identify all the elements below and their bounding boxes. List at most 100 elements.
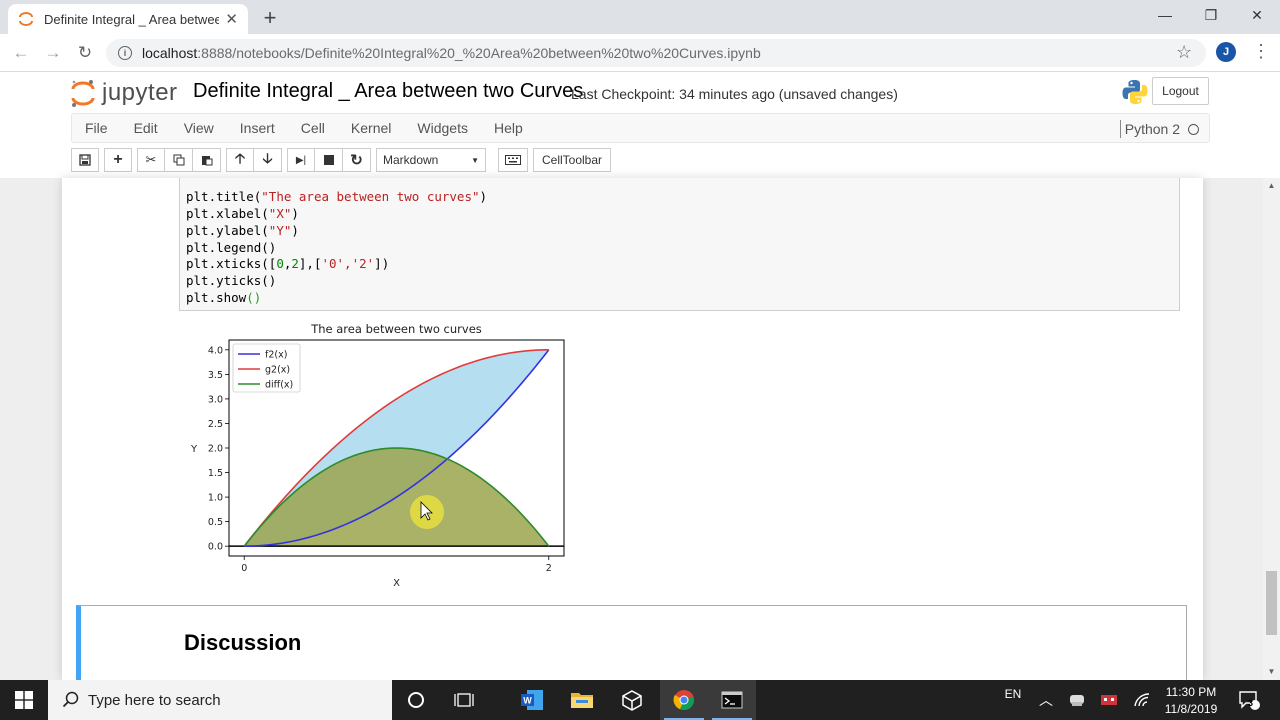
address-bar[interactable]: i localhost:8888/notebooks/Definite%20In… — [106, 39, 1206, 67]
notebook-toolbar: + ✂ 🡡 🡣 ▶| ↻ Markdown ▼ CellToolbar — [71, 148, 612, 172]
code-line: plt.yticks() — [186, 273, 277, 288]
file-explorer-icon[interactable] — [558, 680, 606, 720]
y-tick-label: 3.5 — [208, 370, 223, 381]
scroll-up-icon[interactable]: ▲ — [1263, 181, 1280, 190]
kernel-name: Python 2 — [1124, 121, 1180, 137]
menu-widgets[interactable]: Widgets — [404, 120, 481, 136]
language-indicator[interactable]: EN — [1000, 674, 1026, 714]
checkpoint-status: Last Checkpoint: 34 minutes ago (unsaved… — [571, 86, 898, 102]
code-line: plt.title("The area between two curves") — [186, 189, 488, 204]
interrupt-button[interactable] — [315, 148, 343, 172]
taskbar-clock[interactable]: 11:30 PM 11/8/2019 — [1158, 684, 1224, 718]
notification-center-icon[interactable]: 3 — [1234, 680, 1264, 720]
python-logo-icon — [1121, 78, 1149, 111]
move-up-button[interactable]: 🡡 — [226, 148, 254, 172]
jupyter-logo-icon — [71, 80, 95, 107]
task-view-icon[interactable] — [440, 680, 488, 720]
y-tick-label: 4.0 — [208, 345, 223, 356]
chevron-up-icon[interactable]: ︿ — [1034, 680, 1058, 720]
y-tick-label: 1.5 — [208, 468, 223, 479]
wifi-icon[interactable] — [1130, 680, 1154, 720]
chart-title: The area between two curves — [310, 322, 482, 336]
menu-insert[interactable]: Insert — [227, 120, 288, 136]
chrome-icon[interactable] — [660, 680, 708, 720]
back-icon[interactable]: ← — [8, 40, 34, 66]
tray-app-icon[interactable] — [1064, 680, 1090, 720]
legend-label: g2(x) — [265, 365, 290, 376]
terminal-icon[interactable] — [708, 680, 756, 720]
keyboard-icon — [505, 155, 521, 165]
move-down-button[interactable]: 🡣 — [254, 148, 282, 172]
notebook-menubar: File Edit View Insert Cell Kernel Widget… — [71, 113, 1210, 143]
x-axis-label: X — [393, 578, 400, 589]
url-path: :8888/notebooks/Definite%20Integral%20_%… — [197, 45, 761, 61]
code-cell-input[interactable]: plt.title("The area between two curves")… — [179, 178, 1180, 311]
jupyter-logo[interactable]: jupyter — [70, 78, 178, 108]
reload-icon[interactable]: ↻ — [72, 40, 98, 66]
step-forward-icon: ▶| — [295, 154, 307, 166]
code-line: plt.xlabel("X") — [186, 206, 299, 221]
save-button[interactable] — [71, 148, 99, 172]
plus-icon: + — [113, 151, 123, 168]
run-button[interactable]: ▶| — [287, 148, 315, 172]
copy-icon — [173, 154, 184, 166]
cell-type-value: Markdown — [383, 153, 439, 167]
jupyter-header: jupyter Definite Integral _ Area between… — [0, 72, 1280, 178]
tray-network-app-icon[interactable] — [1096, 680, 1122, 720]
forward-icon[interactable]: → — [40, 40, 66, 66]
restore-icon[interactable]: ❐ — [1188, 0, 1234, 30]
browser-menu-icon[interactable]: ⋮ — [1252, 41, 1270, 62]
jupyter-favicon-icon — [18, 11, 34, 27]
word-icon[interactable]: W — [508, 680, 556, 720]
start-button[interactable] — [0, 680, 48, 720]
cortana-icon[interactable] — [392, 680, 440, 720]
menu-cell[interactable]: Cell — [288, 120, 338, 136]
window-close-icon[interactable]: ✕ — [1234, 0, 1280, 30]
page-scrollbar[interactable]: ▲ ▼ — [1263, 178, 1280, 680]
scissors-icon: ✂ — [145, 152, 157, 167]
notification-count: 3 — [1248, 698, 1254, 708]
taskbar-search[interactable]: Type here to search — [48, 680, 392, 720]
notebook-container: plt.title("The area between two curves")… — [62, 178, 1203, 680]
y-tick-label: 3.0 — [208, 394, 223, 405]
code-line: plt.legend() — [186, 240, 277, 255]
3d-viewer-icon[interactable] — [608, 680, 656, 720]
windows-taskbar: Type here to search W EN ︿ 11:30 PM 11/8… — [0, 680, 1280, 720]
menu-edit[interactable]: Edit — [121, 120, 171, 136]
cell-output: 0.0 0.5 1.0 1.5 2.0 2.5 3.0 3.5 4.0 0 2 The area be… — [182, 318, 582, 598]
menu-kernel[interactable]: Kernel — [338, 120, 404, 136]
legend-label: diff(x) — [265, 380, 293, 391]
logout-button[interactable]: Logout — [1152, 77, 1209, 105]
notebook-name[interactable]: Definite Integral _ Area between two Cur… — [193, 80, 583, 103]
arrow-up-icon: 🡡 — [234, 150, 246, 166]
y-tick-label: 2.5 — [208, 419, 223, 430]
browser-toolbar: ← → ↻ i localhost:8888/notebooks/Definit… — [0, 34, 1280, 72]
markdown-cell[interactable]: Discussion — [76, 605, 1187, 680]
browser-tab[interactable]: Definite Integral _ Area between ✕ — [8, 4, 248, 34]
clock-time: 11:30 PM — [1165, 685, 1217, 699]
cell-type-select[interactable]: Markdown ▼ — [376, 148, 486, 172]
scrollbar-thumb[interactable] — [1266, 571, 1277, 635]
copy-button[interactable] — [165, 148, 193, 172]
save-icon — [79, 154, 91, 166]
restart-button[interactable]: ↻ — [343, 148, 371, 172]
bookmark-star-icon[interactable]: ☆ — [1176, 42, 1192, 63]
menu-view[interactable]: View — [171, 120, 227, 136]
cut-button[interactable]: ✂ — [137, 148, 165, 172]
minimize-icon[interactable]: — — [1142, 0, 1188, 30]
scroll-down-icon[interactable]: ▼ — [1263, 667, 1280, 676]
tab-close-icon[interactable]: ✕ — [225, 10, 238, 28]
info-icon[interactable]: i — [118, 46, 132, 60]
command-palette-button[interactable] — [498, 148, 528, 172]
celltoolbar-button[interactable]: CellToolbar — [533, 148, 612, 172]
insert-cell-button[interactable]: + — [104, 148, 132, 172]
menu-help[interactable]: Help — [481, 120, 536, 136]
profile-avatar[interactable]: J — [1216, 42, 1236, 62]
kernel-separator — [1119, 120, 1121, 138]
new-tab-icon[interactable]: + — [258, 5, 282, 31]
search-icon — [62, 691, 79, 708]
menu-file[interactable]: File — [72, 120, 121, 136]
x-tick-label: 0 — [241, 563, 247, 574]
y-tick-label: 0.5 — [208, 517, 223, 528]
paste-button[interactable] — [193, 148, 221, 172]
